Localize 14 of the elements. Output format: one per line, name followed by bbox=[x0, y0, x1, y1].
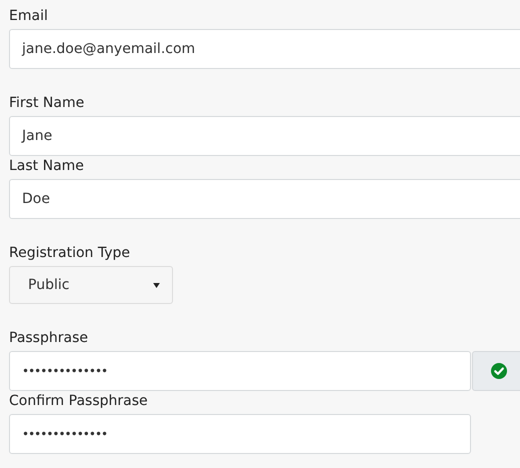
text-field[interactable]: jane.doe@anyemail.com bbox=[9, 29, 520, 69]
text-field[interactable]: Jane bbox=[9, 116, 520, 156]
password-field[interactable]: •••••••••••••• bbox=[9, 351, 471, 391]
field-label: Confirm Passphrase bbox=[9, 392, 149, 411]
password-field[interactable]: •••••••••••••• bbox=[9, 414, 471, 454]
field-label: Passphrase bbox=[9, 329, 89, 348]
checkmark-icon bbox=[491, 363, 507, 379]
field-label: Email bbox=[9, 7, 49, 26]
dropdown[interactable]: Public bbox=[9, 266, 173, 304]
caret-icon bbox=[153, 282, 160, 288]
field-label: First Name bbox=[9, 94, 86, 113]
field-label: Registration Type bbox=[9, 244, 132, 263]
field-label: Last Name bbox=[9, 157, 85, 176]
text-field[interactable]: Doe bbox=[9, 179, 520, 219]
